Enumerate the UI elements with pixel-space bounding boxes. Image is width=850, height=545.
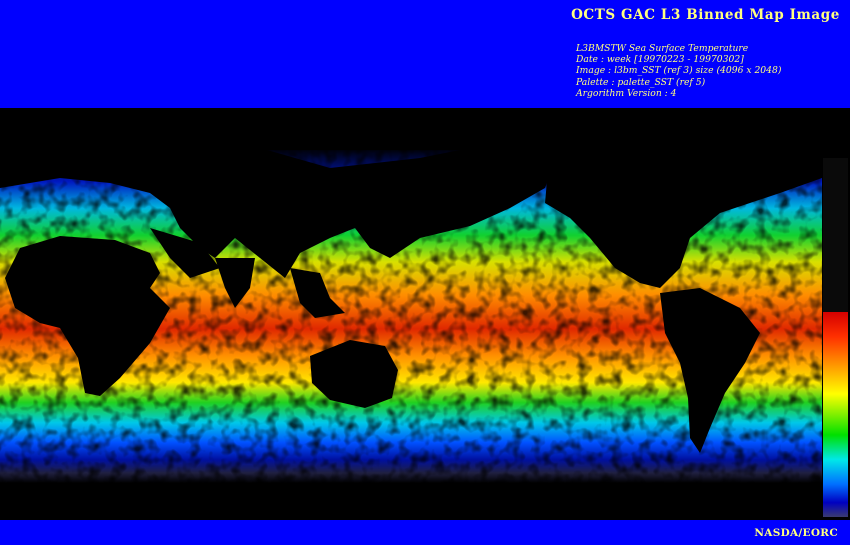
meta-image: Image : l3bm_SST (ref 3) size (4096 x 20…: [576, 65, 782, 77]
sst-map-svg: [0, 108, 850, 520]
meta-date: Date : week [19970223 - 19970302]: [576, 54, 744, 66]
map-title: OCTS GAC L3 Binned Map Image: [571, 7, 840, 23]
metadata-block: L3BMSTW Sea Surface Temperature Date : w…: [576, 43, 781, 99]
header-bar: OCTS GAC L3 Binned Map Image L3BMSTW Sea…: [0, 0, 850, 108]
meta-palette: Palette : palette_SST (ref 5): [576, 76, 706, 88]
meta-algorithm: Argorithm Version : 4: [576, 87, 677, 99]
colorbar-legend: [823, 312, 848, 517]
footer-bar: NASDA/EORC: [0, 520, 850, 545]
north-blank: [0, 108, 850, 150]
agency-credit: NASDA/EORC: [754, 527, 838, 539]
sst-map: [0, 108, 850, 520]
colorbar-background: [823, 158, 848, 312]
land-antarctica: [0, 488, 822, 520]
meta-product: L3BMSTW Sea Surface Temperature: [576, 43, 749, 54]
